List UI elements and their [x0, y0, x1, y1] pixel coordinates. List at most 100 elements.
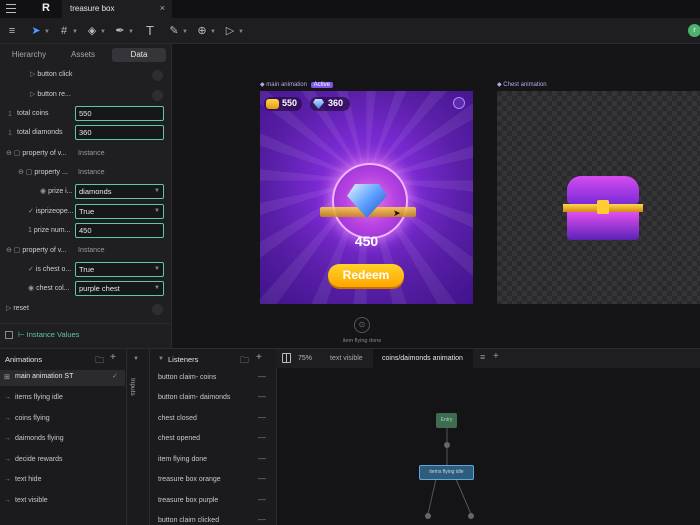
inputs-collapse-icon[interactable]: ▼	[133, 356, 139, 362]
file-tab[interactable]: treasure box ×	[62, 0, 172, 18]
chest-image	[563, 176, 643, 241]
remove-icon[interactable]: —	[258, 454, 266, 463]
number-icon: 1	[8, 130, 12, 137]
remove-icon[interactable]: —	[258, 433, 266, 442]
title-bar: R treasure box ×	[0, 0, 700, 18]
settings-icon[interactable]	[453, 97, 465, 109]
artboard-chest-animation[interactable]	[497, 91, 700, 304]
transition-dot[interactable]	[425, 513, 431, 519]
animation-item[interactable]: text hide	[15, 476, 41, 483]
row-property-1[interactable]: ⊖ ▢ property of v...	[6, 145, 67, 163]
tab-data[interactable]: Data	[112, 48, 166, 62]
animation-item[interactable]: decide rewards	[15, 456, 62, 463]
remove-icon[interactable]: —	[258, 495, 266, 504]
select-tool-icon[interactable]: ➤	[28, 23, 44, 39]
menu-icon[interactable]: ≡	[4, 23, 20, 39]
tab-hierarchy[interactable]: Hierarchy	[4, 48, 54, 62]
label-isprize: ✓ isprizeope...	[28, 208, 74, 215]
transition-dot[interactable]	[468, 513, 474, 519]
instance-values-button[interactable]: ⊢ Instance Values	[18, 330, 79, 339]
chevron-down-icon: ▼	[154, 266, 160, 272]
bone-tool-icon[interactable]: ✎	[166, 23, 182, 39]
add-animation-icon[interactable]: +	[110, 352, 116, 363]
prize-select[interactable]: diamonds ▼	[75, 184, 164, 199]
zoom-level[interactable]: 75%	[298, 355, 312, 362]
animation-icon: →	[4, 456, 11, 463]
tab-assets[interactable]: Assets	[58, 48, 108, 62]
animation-item[interactable]: text visible	[15, 497, 48, 504]
label-total-diamonds: total diamonds	[17, 129, 63, 136]
listener-item[interactable]: item flying done	[158, 456, 207, 463]
property-1-value: Instance	[78, 150, 105, 157]
listeners-title: Listeners	[168, 355, 199, 364]
artboard-main-animation[interactable]: 550 360 450 Redeem	[260, 91, 473, 304]
row-button-re[interactable]: ▷ button re...	[30, 86, 71, 104]
remove-icon[interactable]: —	[258, 392, 266, 401]
animation-item[interactable]: items flying idle	[15, 394, 63, 401]
listener-item[interactable]: chest opened	[158, 435, 200, 442]
prize-num-input[interactable]: 450	[75, 223, 164, 238]
add-listener-icon[interactable]: +	[256, 352, 262, 363]
play-icon[interactable]: ▷	[222, 23, 238, 39]
listener-item[interactable]: button claim- daimonds	[158, 394, 230, 401]
state-node-items-flying-idle[interactable]: items flying idle	[419, 465, 474, 480]
row-property-2[interactable]: ⊖ ▢ property ...	[18, 164, 68, 182]
active-badge: Active	[310, 82, 333, 88]
file-tab-title: treasure box	[70, 4, 115, 13]
row-property-3[interactable]: ⊖ ▢ property of v...	[6, 242, 67, 260]
diamonds-counter: 360	[310, 97, 350, 111]
is-chest-select[interactable]: True ▼	[75, 262, 164, 277]
state-machine-icon: ⊞	[4, 374, 10, 381]
transition-dot[interactable]	[444, 442, 450, 448]
remove-icon[interactable]: —	[258, 474, 266, 483]
total-diamonds-input[interactable]: 360	[75, 125, 164, 140]
chest-color-select[interactable]: purple chest ▼	[75, 281, 164, 296]
graph-tab-coins-daimonds[interactable]: coins/daimonds animation	[382, 355, 463, 362]
panel-icon[interactable]	[5, 331, 13, 339]
listener-item[interactable]: treasure box orange	[158, 476, 221, 483]
inputs-column	[126, 349, 150, 525]
flying-event-icon[interactable]: ⊙	[354, 317, 370, 333]
inputs-label[interactable]: Inputs	[129, 378, 136, 396]
add-tab-icon[interactable]: +	[493, 351, 499, 362]
listeners-collapse-icon[interactable]: ▼	[158, 356, 164, 362]
check-icon: ✓	[112, 373, 118, 380]
animations-title: Animations	[5, 355, 43, 364]
entry-node[interactable]: Entry	[436, 413, 457, 428]
listener-item[interactable]: chest closed	[158, 415, 197, 422]
listener-item[interactable]: treasure box purple	[158, 497, 218, 504]
coin-icon	[266, 99, 279, 109]
graph-connections	[427, 428, 472, 515]
folder-icon[interactable]: 🗀	[240, 353, 249, 369]
remove-icon[interactable]: —	[258, 413, 266, 422]
folder-icon[interactable]: 🗀	[95, 353, 104, 369]
listener-item[interactable]: button claim clicked	[158, 517, 219, 524]
label-is-chest: ✓ is chest o...	[28, 266, 72, 273]
list-icon[interactable]: ≡	[480, 352, 485, 362]
shape-tool-icon[interactable]: ◈	[84, 23, 100, 39]
isprize-select[interactable]: True ▼	[75, 204, 164, 219]
frame-tool-icon[interactable]: #	[56, 23, 72, 39]
close-tab-icon[interactable]: ×	[160, 3, 165, 13]
row-reset[interactable]: ▷ reset	[6, 300, 29, 318]
split-view-icon[interactable]	[282, 353, 291, 363]
total-coins-input[interactable]: 550	[75, 106, 164, 121]
listener-item[interactable]: button claim- coins	[158, 374, 216, 381]
row-button-click[interactable]: ▷ button click	[30, 66, 72, 84]
pen-tool-icon[interactable]: ✒	[112, 23, 128, 39]
remove-icon[interactable]: —	[258, 515, 266, 524]
animation-icon: →	[4, 497, 11, 504]
animation-item[interactable]: main animation ST	[15, 373, 73, 380]
redeem-button[interactable]: Redeem	[328, 264, 404, 287]
prize-amount: 450	[354, 233, 379, 249]
menu-icon[interactable]	[6, 4, 16, 13]
text-tool-icon[interactable]: T	[142, 23, 158, 39]
animation-icon: →	[4, 476, 11, 483]
add-icon[interactable]: ⊕	[194, 23, 210, 39]
chevron-down-icon: ▼	[154, 285, 160, 291]
remove-icon[interactable]: —	[258, 372, 266, 381]
graph-tab-text-visible[interactable]: text visible	[330, 355, 363, 362]
animation-item[interactable]: daimonds flying	[15, 435, 64, 442]
animation-item[interactable]: coins flying	[15, 415, 50, 422]
avatar[interactable]: r	[688, 24, 700, 37]
